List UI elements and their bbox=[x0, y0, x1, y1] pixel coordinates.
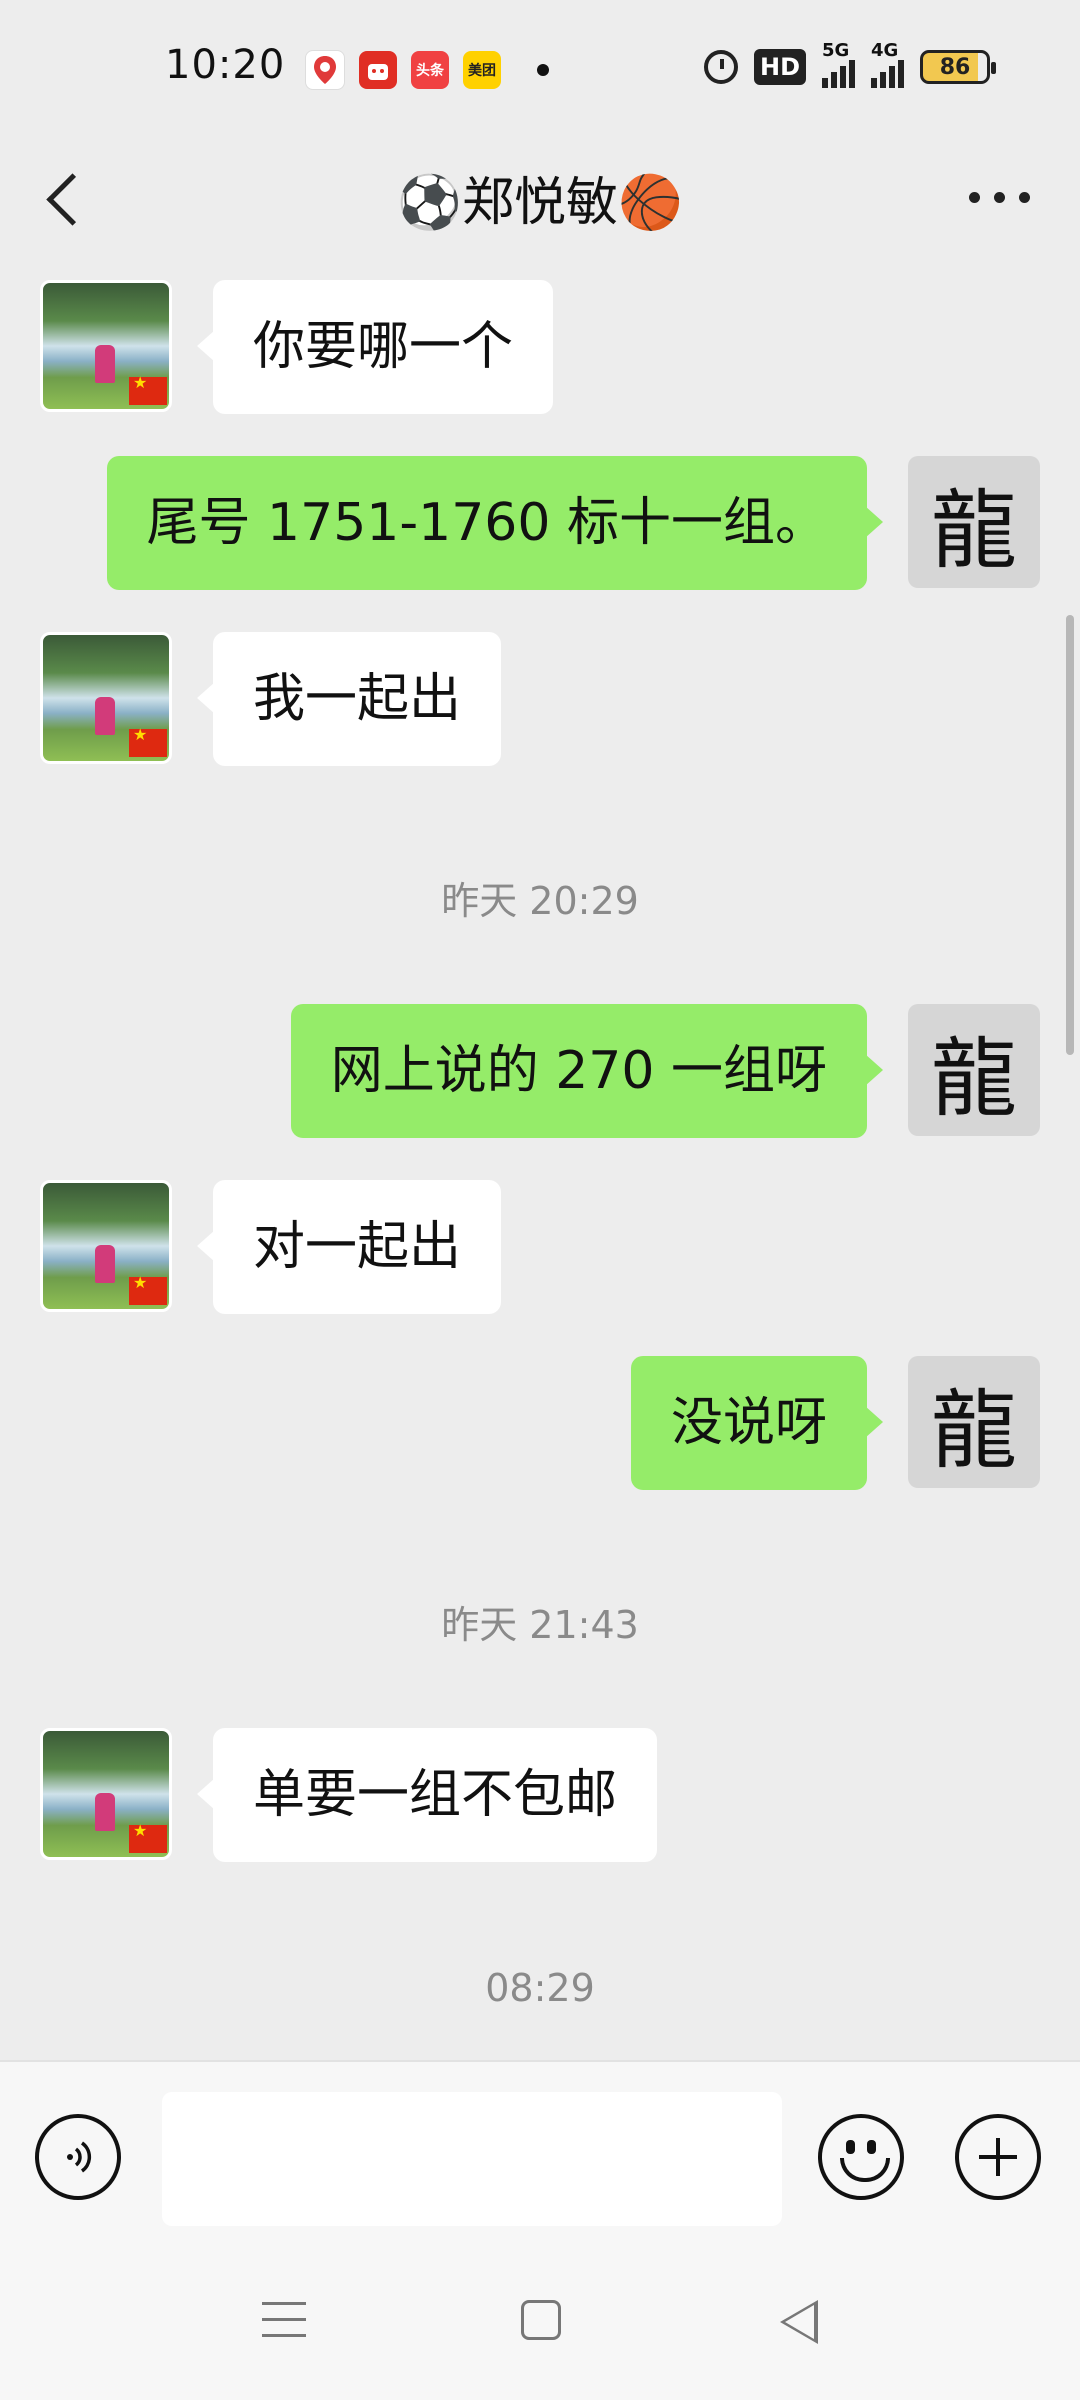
signal-5g-icon: 5G bbox=[822, 40, 855, 88]
battery-icon: 86 bbox=[920, 50, 996, 84]
contact-avatar[interactable] bbox=[40, 1728, 172, 1860]
outgoing-message[interactable]: 网上说的 270 一组呀 bbox=[290, 1004, 884, 1138]
plus-icon[interactable] bbox=[955, 2114, 1041, 2200]
nav-back-icon[interactable] bbox=[780, 2300, 818, 2344]
pinduoduo-icon bbox=[359, 51, 397, 89]
alarm-icon bbox=[703, 50, 738, 84]
signal-4g-icon: 4G bbox=[871, 40, 904, 88]
self-avatar[interactable]: 龍 bbox=[908, 456, 1040, 588]
system-nav-bar bbox=[0, 2240, 1080, 2400]
china-flag-icon bbox=[129, 1273, 167, 1305]
battery-level: 86 bbox=[939, 54, 971, 80]
status-time: 10:20 bbox=[165, 42, 286, 88]
incoming-message[interactable]: 你要哪一个 bbox=[196, 280, 554, 414]
voice-input-icon[interactable] bbox=[35, 2114, 121, 2200]
message-input[interactable] bbox=[162, 2092, 782, 2226]
message-timestamp: 08:29 bbox=[485, 1966, 595, 2010]
more-notifications-dot bbox=[537, 64, 549, 76]
baidu-maps-icon bbox=[305, 50, 345, 90]
contact-avatar[interactable] bbox=[40, 632, 172, 764]
scrollbar[interactable] bbox=[1066, 615, 1074, 1055]
contact-avatar[interactable] bbox=[40, 1180, 172, 1312]
meituan-icon: 美团 bbox=[463, 51, 501, 89]
incoming-message[interactable]: 我一起出 bbox=[196, 632, 502, 766]
home-icon[interactable] bbox=[521, 2300, 561, 2340]
hd-voice-icon: HD bbox=[753, 49, 806, 85]
message-timestamp: 昨天 20:29 bbox=[441, 879, 639, 923]
chat-title: ⚽郑悦敏🏀 bbox=[397, 173, 683, 233]
incoming-message[interactable]: 对一起出 bbox=[196, 1180, 502, 1314]
outgoing-message[interactable]: 没说呀 bbox=[630, 1356, 884, 1490]
input-bar bbox=[0, 2060, 1080, 2242]
contact-avatar[interactable] bbox=[40, 280, 172, 412]
recent-apps-icon[interactable] bbox=[262, 2302, 306, 2342]
incoming-message[interactable]: 单要一组不包邮 bbox=[196, 1728, 658, 1862]
message-timestamp: 昨天 21:43 bbox=[441, 1603, 639, 1647]
china-flag-icon bbox=[129, 725, 167, 757]
notification-icons: 头条 美团 bbox=[305, 50, 549, 90]
chat-header: ⚽郑悦敏🏀 bbox=[0, 140, 1080, 270]
toutiao-icon: 头条 bbox=[411, 51, 449, 89]
china-flag-icon bbox=[129, 1821, 167, 1853]
self-avatar[interactable]: 龍 bbox=[908, 1356, 1040, 1488]
status-bar: 10:20 头条 美团 HD 5G 4G 86 bbox=[0, 0, 1080, 140]
emoji-icon[interactable] bbox=[818, 2114, 904, 2200]
more-options-icon[interactable] bbox=[969, 192, 1030, 203]
status-right: HD 5G 4G 86 bbox=[703, 40, 996, 88]
self-avatar[interactable]: 龍 bbox=[908, 1004, 1040, 1136]
china-flag-icon bbox=[129, 373, 167, 405]
outgoing-message[interactable]: 尾号 1751-1760 标十一组。 bbox=[106, 456, 883, 590]
